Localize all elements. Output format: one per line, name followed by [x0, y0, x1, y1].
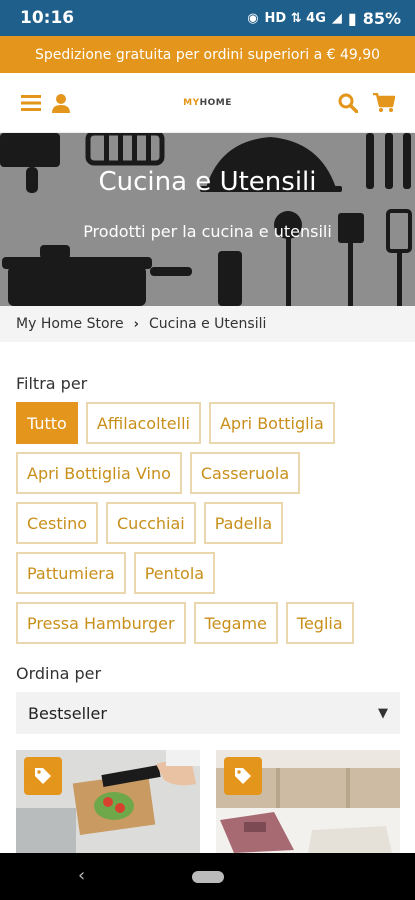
promo-text: Spedizione gratuita per ordini superiori…	[34, 46, 381, 63]
filter-chip-apri-bottiglia-vino[interactable]: Apri Bottiglia Vino	[16, 452, 182, 494]
filter-chip-tutto[interactable]: Tutto	[16, 402, 78, 444]
filter-chip-cucchiai[interactable]: Cucchiai	[106, 502, 196, 544]
chevron-down-icon: ▼	[378, 705, 388, 721]
filter-chip-pressa-hamburger[interactable]: Pressa Hamburger	[16, 602, 186, 644]
filter-label: Filtra per	[16, 374, 88, 393]
site-header: MYHOME	[0, 73, 415, 133]
logo-my: MY	[183, 97, 200, 108]
tag-icon[interactable]	[24, 757, 62, 795]
filter-chip-tegame[interactable]: Tegame	[193, 602, 278, 644]
filter-chip-teglia[interactable]: Teglia	[285, 602, 354, 644]
promo-banner: Spedizione gratuita per ordini superiori…	[0, 36, 415, 73]
store-logo[interactable]: MYHOME	[183, 98, 232, 108]
sort-label: Ordina per	[16, 664, 102, 683]
filter-chip-affilacoltelli[interactable]: Affilacoltelli	[85, 402, 201, 444]
search-icon[interactable]	[333, 88, 363, 118]
filter-chip-apri-bottiglia[interactable]: Apri Bottiglia	[208, 402, 335, 444]
status-time: 10:16	[20, 8, 75, 28]
back-icon[interactable]: ‹	[78, 865, 85, 886]
filter-chip-pattumiera[interactable]: Pattumiera	[16, 552, 126, 594]
sort-select[interactable]: Bestseller ▼	[16, 692, 400, 734]
filter-chips: Tutto Affilacoltelli Apri Bottiglia Apri…	[16, 402, 408, 652]
tag-icon[interactable]	[224, 757, 262, 795]
status-bar: 10:16 ◉ HD ⇅ 4G ◢ ▮ 85%	[0, 0, 415, 36]
eye-icon: ◉	[247, 10, 259, 26]
filter-chip-cestino[interactable]: Cestino	[16, 502, 98, 544]
chevron-right-icon: ›	[133, 316, 139, 332]
breadcrumb-home-link[interactable]: My Home Store	[16, 316, 124, 332]
category-hero: Cucina e Utensili Prodotti per la cucina…	[0, 133, 415, 306]
filter-chip-pentola[interactable]: Pentola	[133, 552, 216, 594]
filter-chip-casseruola[interactable]: Casseruola	[189, 452, 301, 494]
product-card[interactable]	[16, 750, 200, 853]
network-indicator: HD ⇅ 4G	[264, 10, 326, 26]
battery-icon: ▮	[347, 8, 357, 28]
signal-icon: ◢	[331, 10, 342, 26]
menu-icon[interactable]	[16, 88, 46, 118]
product-card[interactable]	[216, 750, 400, 853]
filter-chip-padella[interactable]: Padella	[203, 502, 284, 544]
breadcrumb-current: Cucina e Utensili	[148, 316, 267, 332]
logo-home: HOME	[199, 97, 232, 108]
status-indicators: ◉ HD ⇅ 4G ◢ ▮ 85%	[247, 9, 401, 28]
battery-level: 85%	[362, 8, 401, 28]
kitchen-utensils-illustration	[0, 133, 412, 306]
category-subtitle: Prodotti per la cucina e utensili	[83, 222, 332, 241]
system-navigation-bar: ‹	[0, 853, 415, 900]
home-pill-icon[interactable]	[192, 871, 224, 883]
category-title: Cucina e Utensili	[98, 167, 317, 197]
breadcrumb: My Home Store › Cucina e Utensili	[0, 306, 415, 342]
cart-icon[interactable]	[369, 88, 399, 118]
user-icon[interactable]	[46, 88, 76, 118]
sort-selected-value: Bestseller	[28, 703, 107, 723]
